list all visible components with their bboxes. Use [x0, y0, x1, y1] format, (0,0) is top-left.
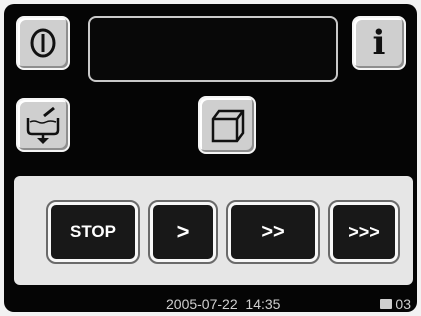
- tray-button[interactable]: [198, 96, 256, 154]
- message-display: [88, 16, 338, 82]
- power-icon: [30, 28, 56, 58]
- info-icon: i: [372, 23, 386, 63]
- stop-label: STOP: [70, 222, 116, 241]
- drain-button[interactable]: [16, 98, 70, 152]
- status-date: 2005-07-22: [166, 296, 238, 312]
- tray-icon: [211, 109, 245, 143]
- page-indicator: 03: [380, 296, 411, 312]
- speed-3-button[interactable]: >>>: [328, 200, 400, 264]
- speed-control-panel: STOP > >> >>>: [14, 176, 413, 285]
- info-button[interactable]: i: [352, 16, 406, 70]
- speed-2-button[interactable]: >>: [226, 200, 320, 264]
- speed-2-label: >>: [261, 220, 285, 243]
- basin-drain-icon: [26, 106, 60, 144]
- speed-1-button[interactable]: >: [148, 200, 218, 264]
- status-datetime: 2005-07-22 14:35: [166, 296, 280, 312]
- page-number: 03: [395, 296, 411, 312]
- speed-3-label: >>>: [348, 221, 380, 242]
- stop-button[interactable]: STOP: [46, 200, 140, 264]
- device-screen: i STOP > >> >>> 2005-07-22 14:35 03: [4, 4, 417, 312]
- power-button[interactable]: [16, 16, 70, 70]
- speed-1-label: >: [176, 219, 190, 244]
- status-bar: 2005-07-22 14:35 03: [4, 296, 417, 312]
- status-time: 14:35: [245, 296, 281, 312]
- page-icon: [380, 299, 393, 309]
